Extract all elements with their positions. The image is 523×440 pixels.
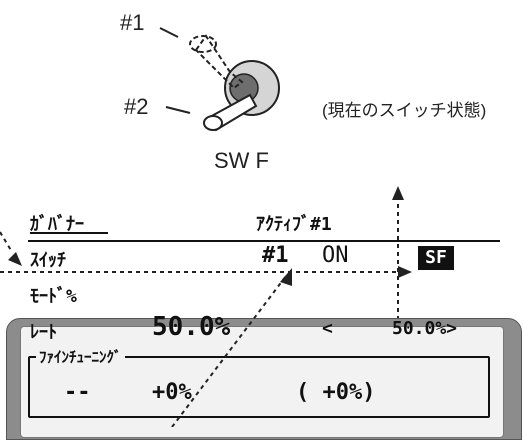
arrow-diagonal-icon <box>280 268 292 286</box>
pointer-overlay <box>171 268 292 427</box>
